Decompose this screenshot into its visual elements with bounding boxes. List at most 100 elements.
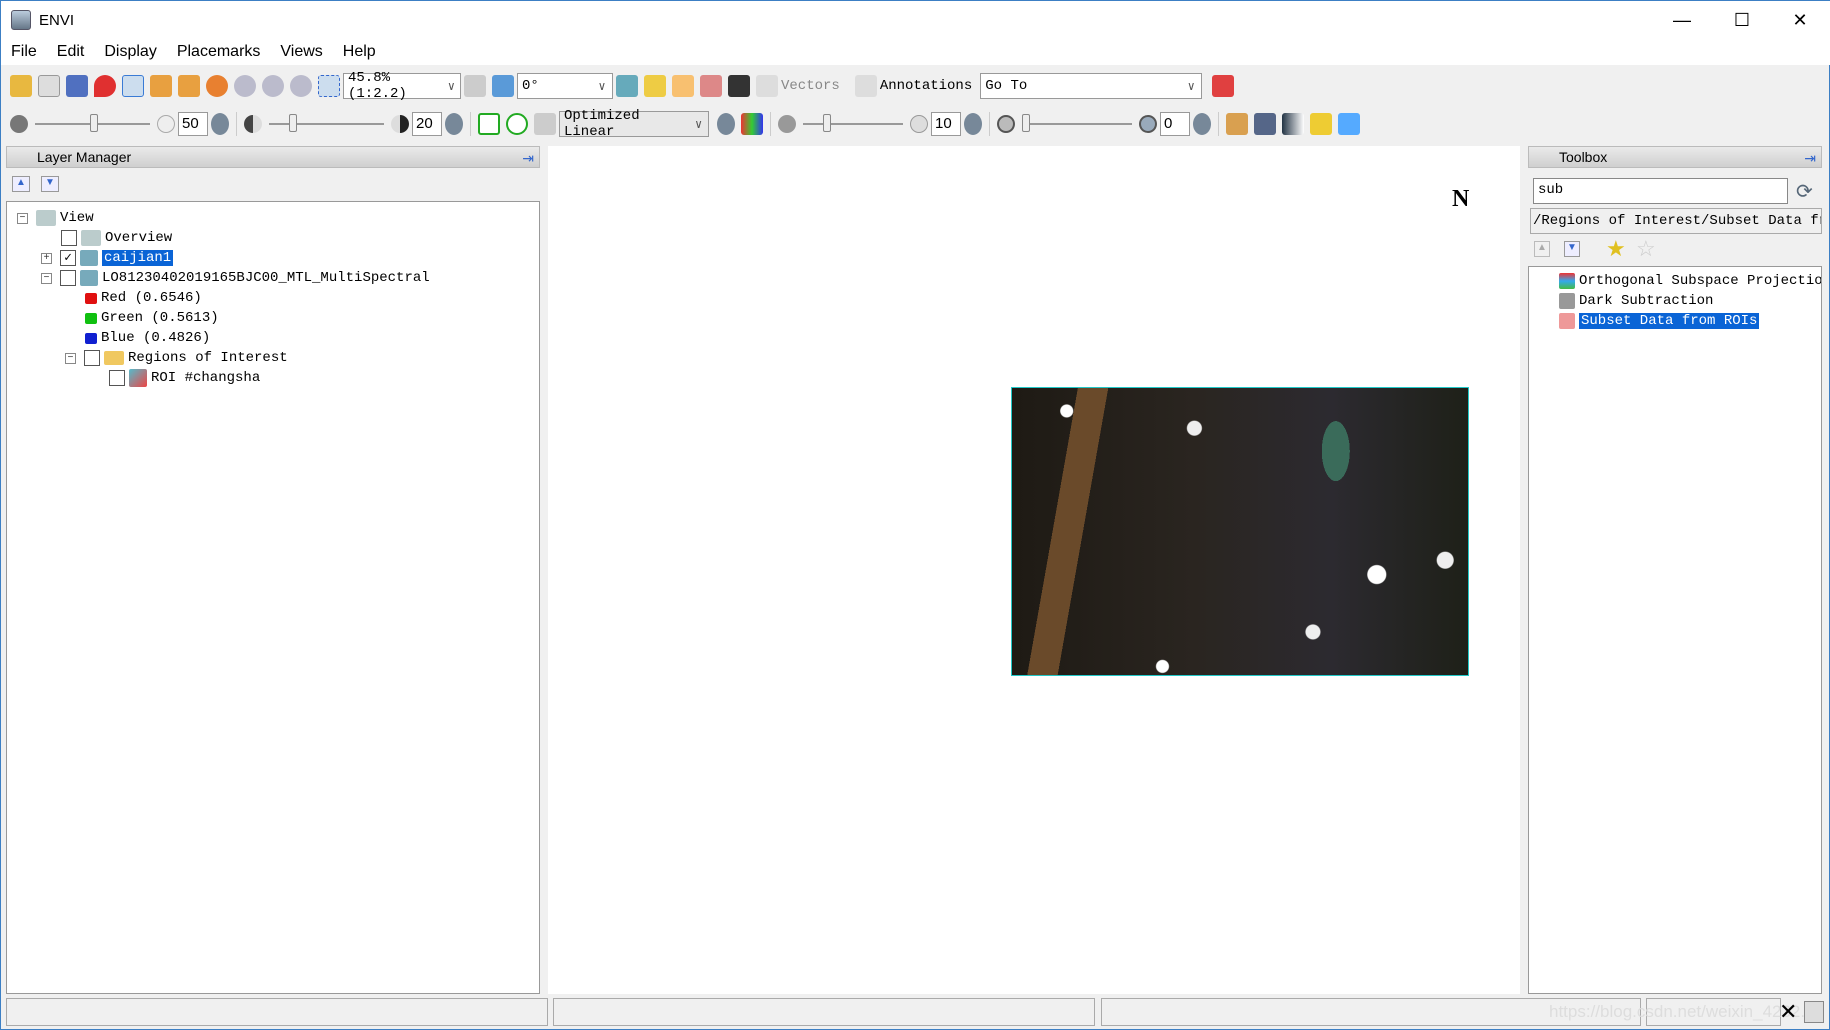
rotation-select[interactable]: 0° ∨	[517, 73, 613, 99]
stretch-link-icon[interactable]	[534, 113, 556, 135]
tree-node-roi-folder[interactable]: − Regions of Interest	[65, 348, 288, 368]
tree-node-view[interactable]: − View	[17, 208, 94, 228]
spectral-profile-icon[interactable]	[644, 75, 666, 97]
menu-edit[interactable]: Edit	[47, 43, 95, 61]
brightness-field[interactable]: 50	[178, 112, 208, 136]
minimize-button[interactable]: —	[1653, 1, 1711, 39]
collapse-icon[interactable]: −	[41, 272, 52, 284]
slider-thumb[interactable]	[823, 114, 831, 132]
reset-brightness-icon[interactable]	[211, 113, 229, 135]
move-down-button[interactable]: ▼	[1564, 241, 1580, 257]
sharpen-high-icon	[910, 115, 928, 133]
histogram-icon[interactable]	[741, 113, 763, 135]
fly-icon[interactable]	[178, 75, 200, 97]
menu-help[interactable]: Help	[333, 43, 386, 61]
extensions-icon[interactable]	[1212, 75, 1235, 97]
pan-hand-icon[interactable]	[150, 75, 172, 97]
brightness-slider[interactable]	[35, 114, 150, 132]
zoom-in-icon[interactable]	[262, 75, 284, 97]
annotations-icon[interactable]	[854, 75, 877, 97]
tool-label: Orthogonal Subspace Projection (	[1579, 273, 1822, 289]
transparency-slider[interactable]	[1022, 114, 1132, 132]
stretch-type-select[interactable]: Optimized Linear ∨	[559, 108, 709, 140]
menu-placemarks[interactable]: Placemarks	[167, 43, 271, 61]
cancel-process-icon[interactable]: ✕	[1779, 999, 1797, 1025]
tree-node-band-red[interactable]: Red (0.6546)	[85, 288, 202, 308]
sharpen-field[interactable]: 10	[931, 112, 961, 136]
reset-contrast-icon[interactable]	[445, 113, 463, 135]
vectors-icon[interactable]	[756, 75, 778, 97]
tree-node-overview[interactable]: Overview	[61, 228, 172, 248]
move-down-button[interactable]: ▼	[41, 176, 59, 192]
image-view[interactable]: N	[548, 146, 1520, 994]
checkbox[interactable]	[61, 230, 77, 246]
select-cursor-icon[interactable]	[122, 75, 144, 97]
tree-node-band-green[interactable]: Green (0.5613)	[85, 308, 219, 328]
toolbox-search-input[interactable]: sub	[1533, 178, 1788, 204]
goto-input[interactable]: Go To ∨	[980, 73, 1203, 99]
dock-icon[interactable]: ⇥	[522, 148, 534, 168]
transparency-field[interactable]: 0	[1160, 112, 1190, 136]
zoom-icon[interactable]	[234, 75, 256, 97]
stretch-full-icon[interactable]	[506, 113, 528, 135]
checkbox[interactable]	[60, 270, 76, 286]
stretch-view-icon[interactable]	[478, 113, 500, 135]
menu-file[interactable]: File	[1, 43, 47, 61]
checkbox-checked[interactable]: ✓	[60, 250, 76, 266]
tree-node-multispectral[interactable]: − LO81230402019165BJC00_MTL_MultiSpectral	[41, 268, 430, 288]
measure-icon[interactable]	[672, 75, 694, 97]
sharpen-slider[interactable]	[803, 114, 903, 132]
slider-thumb[interactable]	[289, 114, 297, 132]
zoom-level-select[interactable]: 45.8% (1:2.2) ∨	[343, 70, 461, 102]
zoom-out-icon[interactable]	[290, 75, 312, 97]
portal-icon[interactable]	[1254, 113, 1276, 135]
chip-view-icon[interactable]	[66, 75, 88, 97]
contrast-slider[interactable]	[269, 114, 384, 132]
tree-node-caijian1[interactable]: + ✓ caijian1	[41, 248, 174, 268]
open-icon[interactable]	[10, 75, 32, 97]
north-up-icon[interactable]	[464, 75, 486, 97]
roi-tool-icon[interactable]	[700, 75, 722, 97]
remove-favorite-icon[interactable]: ☆	[1636, 236, 1656, 262]
refresh-icon[interactable]: ⟳	[1796, 179, 1813, 204]
close-button[interactable]: ✕	[1771, 1, 1829, 39]
toolbox-item-osp[interactable]: Orthogonal Subspace Projection (	[1559, 271, 1822, 291]
data-manager-icon[interactable]	[38, 75, 60, 97]
contrast-field[interactable]: 20	[412, 112, 442, 136]
reset-stretch-icon[interactable]	[717, 113, 735, 135]
collapse-icon[interactable]: −	[17, 212, 28, 224]
reset-transparency-icon[interactable]	[1193, 113, 1211, 135]
process-manager-icon[interactable]	[1804, 1001, 1824, 1023]
maximize-button[interactable]: ☐	[1713, 1, 1771, 39]
placemark-icon[interactable]	[94, 75, 116, 97]
move-up-button[interactable]: ▲	[1534, 241, 1550, 257]
tree-node-band-blue[interactable]: Blue (0.4826)	[85, 328, 210, 348]
zoom-full-icon[interactable]	[318, 75, 340, 97]
menu-views[interactable]: Views	[270, 43, 332, 61]
slider-thumb[interactable]	[90, 114, 98, 132]
separator	[470, 112, 471, 136]
checkbox[interactable]	[109, 370, 125, 386]
collapse-icon[interactable]: −	[65, 352, 76, 364]
reset-sharpen-icon[interactable]	[964, 113, 982, 135]
annotations-menu[interactable]: Annotations	[880, 78, 972, 94]
checkbox[interactable]	[84, 350, 100, 366]
blend-icon[interactable]	[1282, 113, 1304, 135]
toolbox-item-subset-roi[interactable]: Subset Data from ROIs	[1559, 311, 1760, 331]
expand-icon[interactable]: +	[41, 252, 52, 264]
flicker-icon[interactable]	[1310, 113, 1332, 135]
swipe-icon[interactable]	[1338, 113, 1360, 135]
cursor-value-icon[interactable]	[1226, 113, 1248, 135]
vectors-menu[interactable]: Vectors	[781, 78, 840, 94]
menu-display[interactable]: Display	[94, 43, 166, 61]
slider-thumb[interactable]	[1022, 114, 1030, 132]
rotate-icon[interactable]	[206, 75, 228, 97]
pixel-locator-icon[interactable]	[728, 75, 750, 97]
move-up-button[interactable]: ▲	[12, 176, 30, 192]
rotate-north-icon[interactable]	[492, 75, 514, 97]
toolbox-item-dark-subtraction[interactable]: Dark Subtraction	[1559, 291, 1713, 311]
profile-icon[interactable]	[616, 75, 638, 97]
tree-node-roi[interactable]: ROI #changsha	[109, 368, 260, 388]
dock-icon[interactable]: ⇥	[1804, 148, 1816, 168]
add-favorite-icon[interactable]: ★	[1606, 236, 1626, 262]
